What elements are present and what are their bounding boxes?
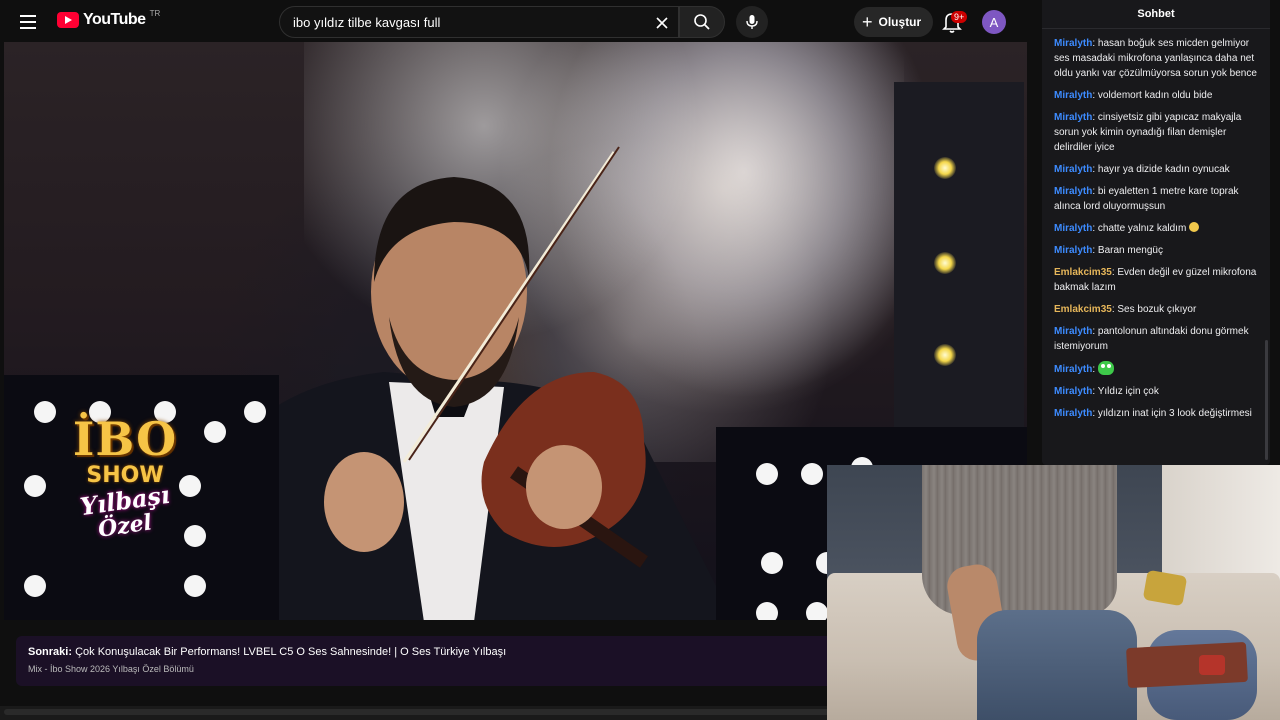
up-next-prefix: Sonraki: <box>28 646 73 658</box>
frog-emote-icon <box>1097 361 1114 375</box>
chat-text: yıldızın inat için 3 look değiştirmesi <box>1097 408 1252 419</box>
notification-count-badge: 9+ <box>951 11 968 23</box>
chat-message: Miralyth: hasan boğuk ses micden gelmiyo… <box>1054 38 1257 79</box>
chat-scrollbar[interactable] <box>1265 340 1268 460</box>
voice-search-button[interactable] <box>736 6 768 38</box>
youtube-logo[interactable]: YouTube TR <box>57 8 161 29</box>
chat-message: Emlakcim35: Ses bozuk çıkıyor <box>1054 304 1197 315</box>
webcam-overlay <box>827 465 1280 720</box>
chat-message: Miralyth: hayır ya dizide kadın oynucak <box>1054 164 1230 175</box>
youtube-logo-text: YouTube <box>83 11 146 28</box>
create-button[interactable]: + Oluştur <box>854 7 934 37</box>
chat-message: Miralyth: <box>1054 361 1260 377</box>
chat-text: Baran mengüç <box>1097 245 1163 256</box>
search-box <box>279 6 679 38</box>
search-input[interactable] <box>293 14 653 30</box>
youtube-play-icon <box>57 12 79 28</box>
grinning-emoji-icon <box>1189 222 1200 232</box>
chat-username[interactable]: Miralyth <box>1054 245 1092 256</box>
create-label: Oluştur <box>878 15 922 29</box>
chat-text: hayır ya dizide kadın oynucak <box>1097 164 1230 175</box>
stage-lights <box>894 82 1024 462</box>
clear-search-icon[interactable] <box>652 13 672 33</box>
chat-username[interactable]: Miralyth <box>1054 112 1092 123</box>
chat-username[interactable]: Miralyth <box>1054 90 1092 101</box>
chat-username[interactable]: Miralyth <box>1054 223 1092 234</box>
screen: YouTube TR ibo yıldız tilbe kavgası full… <box>0 0 1280 720</box>
show-logo-line1: İBO <box>72 412 178 466</box>
chat-username[interactable]: Miralyth <box>1054 38 1092 49</box>
plus-icon: + <box>862 12 873 32</box>
chat-username[interactable]: Miralyth <box>1054 386 1092 397</box>
chat-username[interactable]: Miralyth <box>1054 164 1092 175</box>
chat-username[interactable]: Emlakcim35 <box>1054 304 1112 315</box>
chat-message: Miralyth: Yıldız için çok <box>1054 386 1159 397</box>
webcam-cup <box>1199 655 1225 675</box>
chat-username[interactable]: Miralyth <box>1054 408 1092 419</box>
chat-title: Sohbet <box>1042 0 1270 29</box>
chat-text: Ses bozuk çıkıyor <box>1117 304 1197 315</box>
chat-message-list: Miralyth: hasan boğuk ses micden gelmiyo… <box>1042 29 1270 421</box>
chat-message: Miralyth: voldemort kadın oldu bide <box>1054 90 1213 101</box>
chat-text: voldemort kadın oldu bide <box>1097 90 1213 101</box>
chat-username[interactable]: Miralyth <box>1054 326 1092 337</box>
chat-message: Emlakcim35: Evden değil ev güzel mikrofo… <box>1054 267 1257 293</box>
chat-message: Miralyth: cinsiyetsiz gibi yapıcaz makya… <box>1054 112 1242 153</box>
up-next-title: Çok Konuşulacak Bir Performans! LVBEL C5… <box>75 646 507 658</box>
chat-panel: Sohbet Miralyth: hasan boğuk ses micden … <box>1042 0 1270 465</box>
chat-message: Miralyth: pantolonun altındaki donu görm… <box>1054 326 1249 352</box>
search-icon <box>694 14 710 30</box>
webcam-jeans <box>977 610 1137 720</box>
region-code: TR <box>149 8 161 18</box>
chat-message: Miralyth: Baran mengüç <box>1054 245 1163 256</box>
chat-message: Miralyth: bi eyaletten 1 metre kare topr… <box>1054 186 1239 212</box>
chat-username[interactable]: Miralyth <box>1054 364 1092 375</box>
chat-text: Yıldız için çok <box>1097 386 1159 397</box>
webcam-tray <box>1126 641 1248 689</box>
hamburger-menu-icon[interactable] <box>20 12 40 32</box>
chat-message: Miralyth: chatte yalnız kaldım <box>1054 221 1260 236</box>
chat-text: chatte yalnız kaldım <box>1097 223 1187 234</box>
chat-message: Miralyth: yıldızın inat için 3 look deği… <box>1054 408 1252 419</box>
ibo-show-logo: İBO SHOW Yılbaşı Özel <box>60 414 190 584</box>
chat-username[interactable]: Emlakcim35 <box>1054 267 1112 278</box>
youtube-topbar: YouTube TR ibo yıldız tilbe kavgası full… <box>0 0 1030 44</box>
chat-username[interactable]: Miralyth <box>1054 186 1092 197</box>
search-button[interactable] <box>679 6 725 38</box>
microphone-icon <box>746 15 758 29</box>
account-avatar[interactable]: A <box>982 10 1006 34</box>
